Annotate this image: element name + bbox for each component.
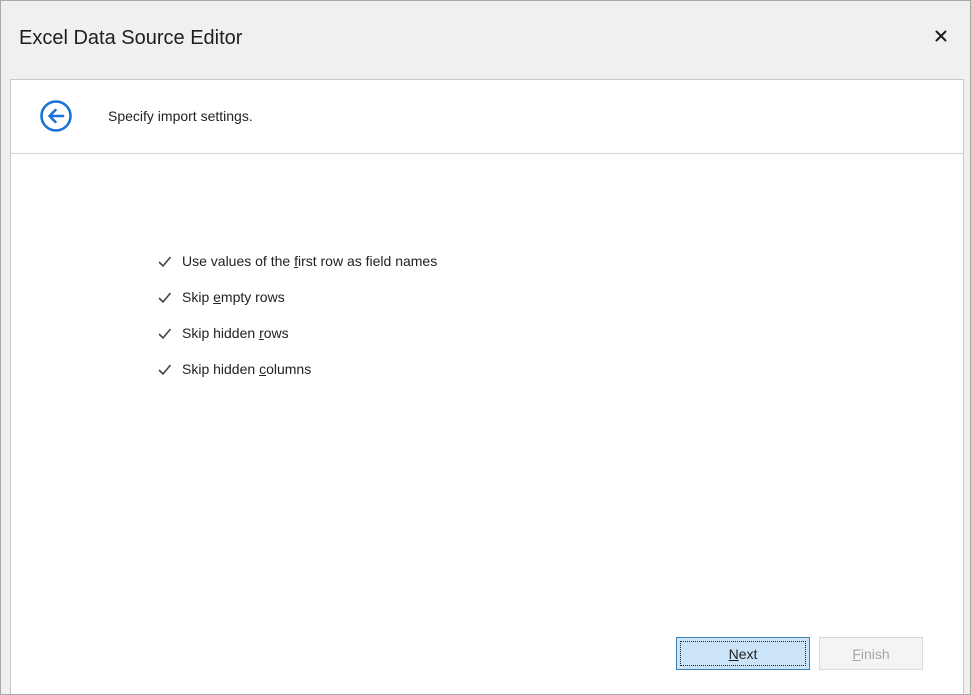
close-icon	[935, 30, 947, 42]
next-button-label: Next	[728, 645, 758, 662]
back-arrow-circle-icon	[40, 100, 72, 132]
checkmark-icon	[158, 327, 172, 339]
wizard-header: Specify import settings.	[11, 80, 963, 154]
next-button[interactable]: Next	[676, 637, 810, 670]
checkbox[interactable]	[156, 253, 173, 270]
option-label: Skip hidden rows	[182, 325, 289, 341]
dialog-window: Excel Data Source Editor Specify import …	[0, 0, 971, 695]
finish-button[interactable]: Finish	[819, 637, 923, 670]
option-skip-hidden-columns[interactable]: Skip hidden columns	[156, 351, 437, 387]
checkmark-icon	[158, 363, 172, 375]
window-title: Excel Data Source Editor	[19, 27, 243, 49]
title-bar: Excel Data Source Editor	[1, 1, 970, 79]
checkmark-icon	[158, 255, 172, 267]
finish-button-label: Finish	[852, 645, 890, 662]
checkbox[interactable]	[156, 361, 173, 378]
checkmark-icon	[158, 291, 172, 303]
wizard-instruction: Specify import settings.	[108, 108, 253, 124]
option-label: Skip hidden columns	[182, 361, 312, 377]
option-skip-hidden-rows[interactable]: Skip hidden rows	[156, 315, 437, 351]
option-first-row-as-field-names[interactable]: Use values of the first row as field nam…	[156, 243, 437, 279]
wizard-page: Specify import settings. Use values of t…	[10, 79, 964, 694]
checkbox[interactable]	[156, 289, 173, 306]
back-button[interactable]	[39, 99, 73, 133]
checkbox[interactable]	[156, 325, 173, 342]
option-label: Skip empty rows	[182, 289, 285, 305]
option-skip-empty-rows[interactable]: Skip empty rows	[156, 279, 437, 315]
close-button[interactable]	[928, 23, 954, 49]
import-settings-list: Use values of the first row as field nam…	[156, 243, 437, 387]
option-label: Use values of the first row as field nam…	[182, 253, 438, 269]
